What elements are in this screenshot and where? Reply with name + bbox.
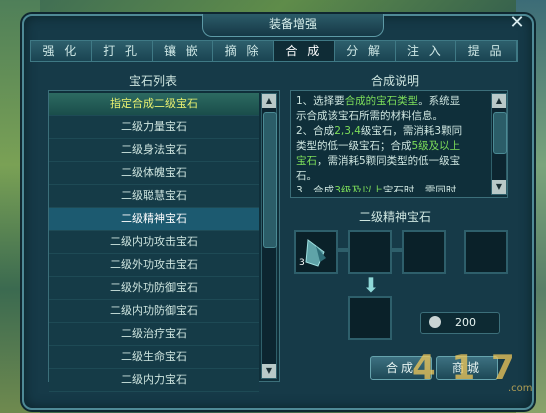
- description-hl: 合成的宝石类型: [344, 95, 419, 107]
- description-hl: 3级及以上: [334, 185, 383, 192]
- description-line: 1、选择要合成的宝石类型。系统显: [296, 94, 490, 109]
- gem-list-panel: 指定合成二级宝石 二级力量宝石 二级身法宝石 二级体魄宝石 二级聪慧宝石 二级精神宝石 二级…: [48, 90, 280, 392]
- tab-1[interactable]: 打 孔: [92, 41, 153, 61]
- gem-count: 3: [299, 258, 305, 268]
- description-line: 示合成该宝石所需的材料信息。: [296, 109, 490, 124]
- tab-7[interactable]: 提 品: [456, 41, 517, 61]
- description-scrollbar[interactable]: ▲ ▼: [491, 93, 507, 195]
- tab-6[interactable]: 注 入: [396, 41, 457, 61]
- slot-connector: [338, 248, 348, 252]
- watermark-suffix: .com: [508, 383, 533, 394]
- description-hl: 2,3,4: [334, 125, 361, 137]
- gem-slot-material-3[interactable]: [464, 230, 508, 274]
- gem-slot-result[interactable]: [348, 296, 392, 340]
- gem-list-item[interactable]: 二级聪慧宝石: [49, 185, 259, 208]
- tab-4[interactable]: 合 成: [274, 41, 335, 61]
- tab-bar: 强 化打 孔镶 嵌摘 除合 成分 解注 入提 品: [30, 40, 518, 62]
- gem-list-item[interactable]: 二级体魄宝石: [49, 162, 259, 185]
- description-text: 1、选择要合成的宝石类型。系统显 示合成该宝石所需的材料信息。 2、合成2,3,4级…: [296, 94, 490, 192]
- tab-3[interactable]: 摘 除: [213, 41, 274, 61]
- description-line: 宝石，需消耗5颗同类型的低一级宝: [296, 154, 490, 169]
- description-prefix: 石。: [296, 170, 317, 182]
- description-line: 2、合成2,3,4级宝石，需消耗3颗同: [296, 124, 490, 139]
- gem-list-item[interactable]: 二级内功攻击宝石: [49, 231, 259, 254]
- gem-list-item[interactable]: 二级力量宝石: [49, 116, 259, 139]
- description-suffix: 级宝石，需消耗3颗同: [360, 125, 463, 137]
- description-suffix: 宝石时，需同时: [382, 185, 457, 192]
- gem-list-item[interactable]: 二级外功防御宝石: [49, 277, 259, 300]
- gem-list-item[interactable]: 二级治疗宝石: [49, 323, 259, 346]
- tab-2[interactable]: 镶 嵌: [153, 41, 214, 61]
- tab-0[interactable]: 强 化: [31, 41, 92, 61]
- gem-list-item[interactable]: 二级精神宝石: [49, 208, 259, 231]
- scroll-up-icon[interactable]: ▲: [262, 94, 276, 108]
- desc-scroll-up-icon[interactable]: ▲: [492, 94, 506, 108]
- description-prefix: 2、合成: [296, 125, 335, 137]
- description-prefix: 3、合成: [296, 185, 335, 192]
- description-hl: 5级及以上: [411, 140, 461, 152]
- window-title: 装备增强: [202, 14, 384, 37]
- watermark: 4 1 7: [412, 348, 517, 388]
- description-prefix: 示合成该宝石所需的材料信息。: [296, 110, 443, 122]
- description-suffix: 。系统显: [418, 95, 461, 107]
- description-hl: 宝石: [296, 155, 317, 167]
- desc-scroll-thumb[interactable]: [493, 112, 507, 154]
- gem-list-title: 宝石列表: [128, 74, 177, 88]
- gem-slot-material-1[interactable]: [348, 230, 392, 274]
- arrow-down-icon: ⬇: [362, 273, 380, 297]
- description-line: 类型的低一级宝石；合成5级及以上: [296, 139, 490, 154]
- gem-list-scrollbar[interactable]: ▲ ▼: [261, 93, 277, 379]
- gem-slot-source[interactable]: 3: [294, 230, 338, 274]
- gem-list-item[interactable]: 指定合成二级宝石: [49, 93, 259, 116]
- scroll-thumb[interactable]: [263, 112, 277, 248]
- desc-scroll-down-icon[interactable]: ▼: [492, 180, 506, 194]
- gem-list-item[interactable]: 二级身法宝石: [49, 139, 259, 162]
- gem-list-item[interactable]: 二级内功防御宝石: [49, 300, 259, 323]
- gem-list: 指定合成二级宝石 二级力量宝石 二级身法宝石 二级体魄宝石 二级聪慧宝石 二级精神宝石 二级…: [49, 93, 259, 392]
- description-suffix: ，需消耗5颗同类型的低一级宝: [317, 155, 461, 167]
- description-line: 3、合成3级及以上宝石时，需同时: [296, 184, 490, 192]
- description-prefix: 1、选择要: [296, 95, 345, 107]
- description-title: 合成说明: [370, 74, 419, 88]
- gem-list-item[interactable]: 二级生命宝石: [49, 346, 259, 369]
- tab-5[interactable]: 分 解: [335, 41, 396, 61]
- craft-target-title: 二级精神宝石: [358, 210, 431, 224]
- cost-value: 200: [455, 316, 476, 329]
- gem-list-item[interactable]: 二级外功攻击宝石: [49, 254, 259, 277]
- description-line: 石。: [296, 169, 490, 184]
- gem-slot-material-2[interactable]: [402, 230, 446, 274]
- description-prefix: 类型的低一级宝石；合成: [296, 140, 412, 152]
- gem-list-item[interactable]: 二级内力宝石: [49, 369, 259, 392]
- cost-display: 200: [420, 312, 500, 334]
- slot-connector: [392, 248, 402, 252]
- coin-icon: [429, 316, 441, 328]
- close-icon[interactable]: ✕: [506, 12, 528, 34]
- scroll-down-icon[interactable]: ▼: [262, 364, 276, 378]
